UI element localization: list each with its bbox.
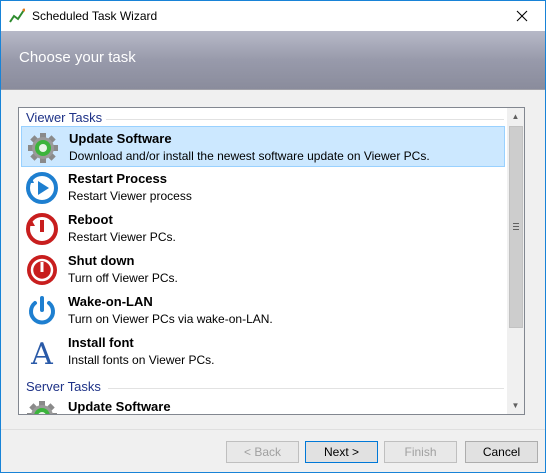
task-item-update-software[interactable]: Update Software Download and/or install … [21, 126, 505, 167]
group-header-label: Server Tasks [26, 379, 101, 394]
task-name: Reboot [68, 212, 113, 227]
task-item-restart-process[interactable]: Restart Process Restart Viewer process [21, 167, 505, 208]
back-button[interactable]: < Back [226, 441, 299, 463]
wizard-window: Scheduled Task Wizard Choose your task V… [0, 0, 546, 473]
page-title: Choose your task [19, 49, 136, 66]
task-item-install-font[interactable]: A Install font Install fonts on Viewer P… [21, 331, 505, 372]
header-divider [1, 89, 545, 90]
group-header-label: Viewer Tasks [26, 110, 103, 125]
triangle-down-icon: ▼ [511, 401, 520, 410]
group-divider [106, 119, 504, 120]
cancel-button[interactable]: Cancel [465, 441, 538, 463]
task-name: Update Software [69, 131, 172, 146]
task-name: Wake-on-LAN [68, 294, 153, 309]
group-divider [108, 388, 504, 389]
task-description: Turn off Viewer PCs. [68, 271, 178, 285]
task-list[interactable]: Viewer Tasks Update Software Download an… [18, 107, 525, 415]
task-description: Install fonts on Viewer PCs. [68, 353, 215, 367]
wizard-header: Choose your task [1, 31, 545, 89]
scroll-down-button[interactable]: ▼ [507, 397, 524, 414]
gear-update-icon [27, 401, 57, 414]
task-description: Restart Viewer process [68, 189, 192, 203]
group-header-viewer-tasks: Viewer Tasks [26, 110, 504, 126]
app-chart-icon [9, 8, 25, 23]
triangle-up-icon: ▲ [511, 112, 520, 121]
gear-update-icon [28, 133, 58, 163]
window-title: Scheduled Task Wizard [32, 9, 158, 23]
title-bar[interactable]: Scheduled Task Wizard [1, 1, 545, 31]
power-icon [29, 296, 55, 325]
grip-icon [513, 223, 519, 230]
group-header-server-tasks: Server Tasks [26, 379, 504, 395]
svg-text:A: A [30, 337, 53, 369]
task-name: Install font [68, 335, 134, 350]
scroll-up-button[interactable]: ▲ [507, 108, 524, 125]
task-name: Update Software [68, 399, 171, 414]
footer-divider [1, 429, 545, 430]
font-icon: A [30, 337, 53, 369]
task-item-reboot[interactable]: Reboot Restart Viewer PCs. [21, 208, 505, 249]
task-item-shut-down[interactable]: Shut down Turn off Viewer PCs. [21, 249, 505, 290]
task-name: Restart Process [68, 171, 167, 186]
reboot-icon [26, 213, 58, 245]
task-item-server-update-software[interactable]: Update Software [21, 395, 505, 414]
task-item-wake-on-lan[interactable]: Wake-on-LAN Turn on Viewer PCs via wake-… [21, 290, 505, 331]
task-description: Turn on Viewer PCs via wake-on-LAN. [68, 312, 273, 326]
task-name: Shut down [68, 253, 135, 268]
list-scrollbar[interactable]: ▲ ▼ [507, 108, 524, 414]
close-button[interactable] [499, 1, 545, 31]
restart-process-icon [26, 172, 58, 204]
scroll-thumb[interactable] [509, 126, 523, 328]
next-button[interactable]: Next > [305, 441, 378, 463]
close-icon [516, 10, 528, 22]
task-list-viewport: Viewer Tasks Update Software Download an… [19, 108, 506, 414]
task-description: Restart Viewer PCs. [68, 230, 176, 244]
shutdown-icon [27, 255, 57, 285]
task-description: Download and/or install the newest softw… [69, 149, 430, 163]
finish-button[interactable]: Finish [384, 441, 457, 463]
